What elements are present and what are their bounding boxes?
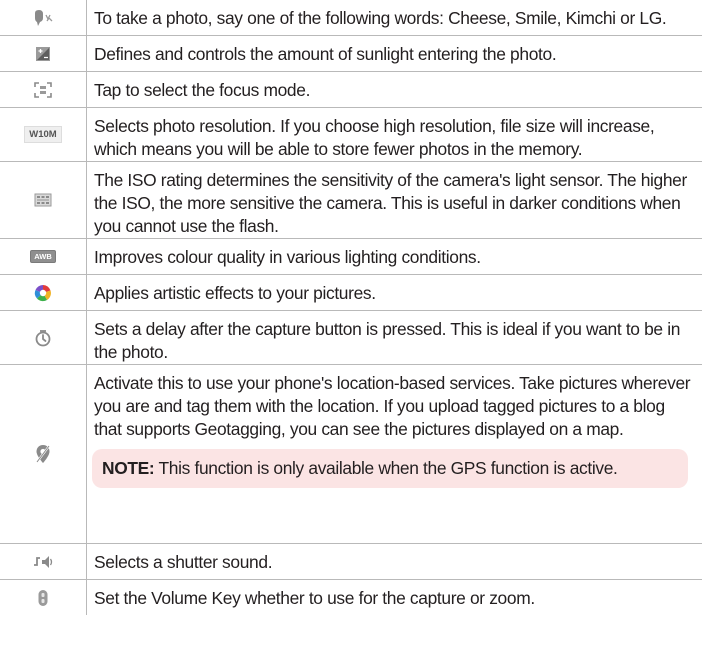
geotag-icon [34, 444, 52, 464]
icon-cell: AWB [0, 239, 87, 274]
volume-key-icon [37, 589, 49, 607]
icon-cell [0, 365, 87, 543]
white-balance-icon: AWB [30, 250, 56, 263]
table-row: Set the Volume Key whether to use for th… [0, 580, 702, 615]
note-text: This function is only available when the… [154, 458, 618, 478]
row-description: Improves colour quality in various light… [94, 247, 481, 267]
focus-icon [34, 81, 52, 98]
table-row: Activate this to use your phone's locati… [0, 365, 702, 544]
row-description: Selects photo resolution. If you choose … [94, 116, 655, 159]
table-row: Sets a delay after the capture button is… [0, 311, 702, 365]
row-description: Selects a shutter sound. [94, 552, 273, 572]
table-row: Defines and controls the amount of sunli… [0, 36, 702, 72]
table-row: Selects a shutter sound. [0, 544, 702, 580]
voice-shutter-icon [32, 9, 54, 27]
note-box: NOTE: This function is only available wh… [92, 449, 688, 488]
row-description-block: Activate this to use your phone's locati… [86, 365, 702, 498]
icon-cell [0, 72, 87, 107]
resolution-icon: W10M [24, 126, 62, 143]
row-description: The ISO rating determines the sensitivit… [94, 170, 687, 236]
table-row: The ISO rating determines the sensitivit… [0, 162, 702, 239]
table-row: Tap to select the focus mode. [0, 72, 702, 108]
brightness-icon [35, 46, 51, 62]
icon-cell [0, 311, 87, 364]
color-effect-icon [34, 284, 52, 302]
row-description: Activate this to use your phone's locati… [94, 373, 691, 439]
note-label: NOTE: [102, 458, 155, 478]
row-description: Applies artistic effects to your picture… [94, 283, 376, 303]
table-row: AWB Improves colour quality in various l… [0, 239, 702, 275]
row-description: Tap to select the focus mode. [94, 80, 311, 100]
icon-cell [0, 36, 87, 71]
camera-settings-table: To take a photo, say one of the followin… [0, 0, 702, 615]
table-row: To take a photo, say one of the followin… [0, 0, 702, 36]
icon-cell [0, 544, 87, 579]
table-row: Applies artistic effects to your picture… [0, 275, 702, 311]
row-description: Set the Volume Key whether to use for th… [94, 588, 535, 608]
row-description: Defines and controls the amount of sunli… [94, 44, 557, 64]
table-row: W10M Selects photo resolution. If you ch… [0, 108, 702, 162]
icon-cell [0, 275, 87, 310]
shutter-sound-icon [33, 554, 53, 570]
icon-cell: W10M [0, 108, 87, 161]
timer-icon [34, 329, 52, 347]
icon-cell [0, 0, 87, 35]
icon-cell [0, 162, 87, 238]
iso-icon [34, 193, 52, 207]
icon-cell [0, 580, 87, 615]
row-description: To take a photo, say one of the followin… [94, 8, 667, 28]
row-description: Sets a delay after the capture button is… [94, 319, 681, 362]
